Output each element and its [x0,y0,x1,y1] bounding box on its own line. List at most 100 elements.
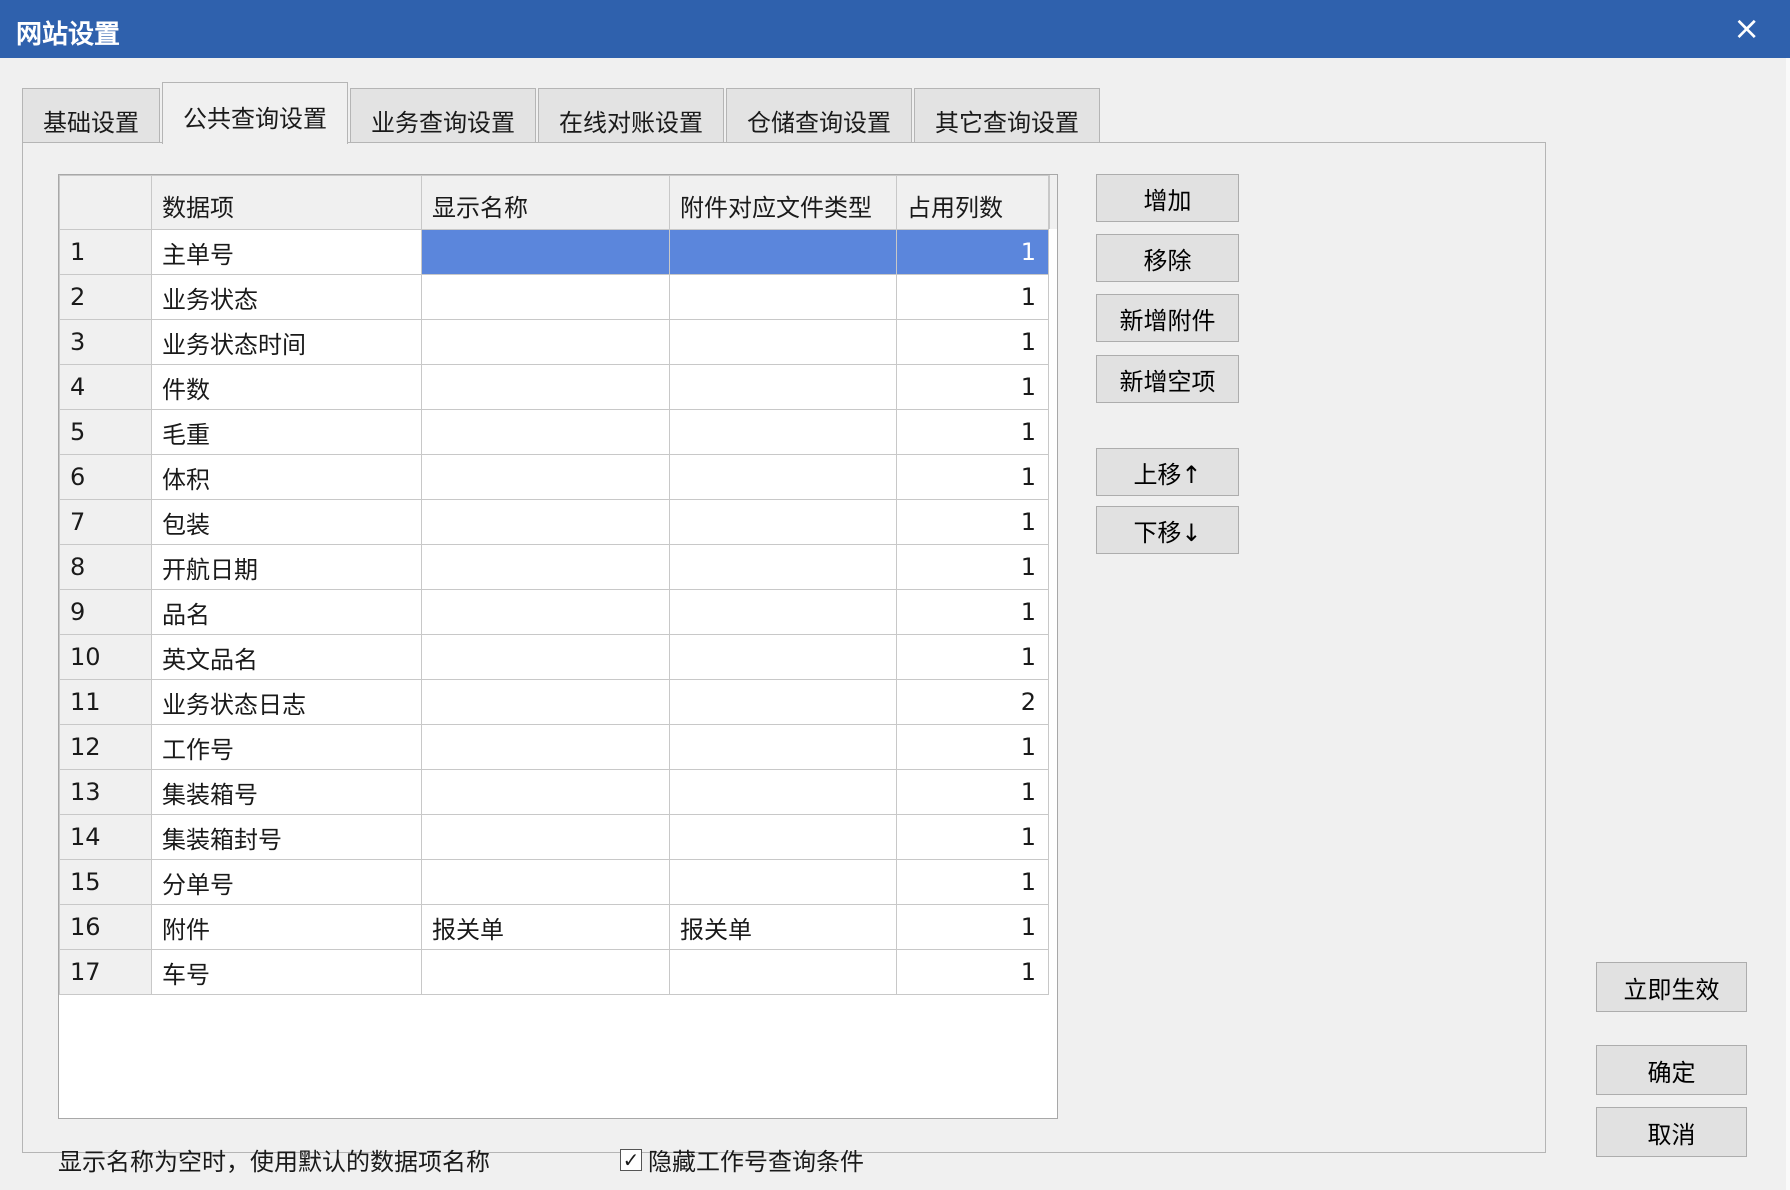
table-row[interactable]: 3 业务状态时间 1 [59,319,1049,365]
move-up-button[interactable]: 上移↑ [1096,448,1239,496]
hide-job-number-option[interactable]: ✓ 隐藏工作号查询条件 [620,1142,864,1177]
data-item-cell: 体积 [151,454,422,500]
table-row[interactable]: 2 业务状态 1 [59,274,1049,320]
attachment-file-type-cell[interactable] [669,814,897,860]
attachment-file-type-cell[interactable] [669,499,897,545]
column-span-cell[interactable]: 1 [896,814,1049,860]
column-span-cell[interactable]: 1 [896,544,1049,590]
add-button[interactable]: 增加 [1096,174,1239,222]
display-name-cell[interactable] [421,409,670,455]
column-span-cell[interactable]: 2 [896,679,1049,725]
table-row[interactable]: 1 主单号 1 [59,229,1049,275]
attachment-file-type-cell[interactable] [669,724,897,770]
tab-online-reconciliation-settings[interactable]: 在线对账设置 [538,88,724,144]
table-row[interactable]: 4 件数 1 [59,364,1049,410]
column-span-cell[interactable]: 1 [896,634,1049,680]
column-span-cell[interactable]: 1 [896,949,1049,995]
tab-basic-settings[interactable]: 基础设置 [22,88,160,144]
window-title: 网站设置 [16,20,121,50]
attachment-file-type-cell[interactable] [669,634,897,680]
column-span-cell[interactable]: 1 [896,274,1049,320]
table-row[interactable]: 9 品名 1 [59,589,1049,635]
remove-button[interactable]: 移除 [1096,234,1239,282]
cancel-button[interactable]: 取消 [1596,1107,1747,1157]
row-number-cell: 6 [59,454,152,500]
column-span-cell[interactable]: 1 [896,724,1049,770]
column-header-data-item[interactable]: 数据项 [151,175,422,230]
hide-job-number-checkbox[interactable]: ✓ [620,1148,642,1171]
attachment-file-type-cell[interactable] [669,364,897,410]
data-item-cell: 主单号 [151,229,422,275]
tab-other-query-settings[interactable]: 其它查询设置 [914,88,1100,144]
column-span-cell[interactable]: 1 [896,409,1049,455]
data-item-cell: 业务状态时间 [151,319,422,365]
attachment-file-type-cell[interactable] [669,589,897,635]
close-icon[interactable]: × [1733,10,1760,46]
display-name-cell[interactable] [421,229,670,275]
attachment-file-type-cell[interactable]: 报关单 [669,904,897,950]
attachment-file-type-cell[interactable] [669,859,897,905]
hide-job-number-label[interactable]: 隐藏工作号查询条件 [648,1142,864,1177]
row-number-cell: 4 [59,364,152,410]
column-span-cell[interactable]: 1 [896,319,1049,365]
table-row[interactable]: 13 集装箱号 1 [59,769,1049,815]
attachment-file-type-cell[interactable] [669,544,897,590]
column-span-cell[interactable]: 1 [896,499,1049,545]
column-span-cell[interactable]: 1 [896,454,1049,500]
display-name-cell[interactable] [421,319,670,365]
attachment-file-type-cell[interactable] [669,949,897,995]
add-blank-item-button[interactable]: 新增空项 [1096,355,1239,403]
add-attachment-button[interactable]: 新增附件 [1096,294,1239,342]
attachment-file-type-cell[interactable] [669,229,897,275]
column-header-column-span[interactable]: 占用列数 [896,175,1049,230]
display-name-cell[interactable] [421,499,670,545]
display-name-cell[interactable] [421,454,670,500]
display-name-cell[interactable] [421,544,670,590]
table-row[interactable]: 7 包装 1 [59,499,1049,545]
column-span-cell[interactable]: 1 [896,229,1049,275]
tab-business-query-settings[interactable]: 业务查询设置 [350,88,536,144]
table-row[interactable]: 10 英文品名 1 [59,634,1049,680]
table-row[interactable]: 11 业务状态日志 2 [59,679,1049,725]
display-name-cell[interactable]: 报关单 [421,904,670,950]
table-row[interactable]: 12 工作号 1 [59,724,1049,770]
table-row[interactable]: 17 车号 1 [59,949,1049,995]
data-grid[interactable]: 数据项 显示名称 附件对应文件类型 占用列数 1 主单号 1 2 业务状态 1 3 业务状态时… [58,174,1058,1119]
column-header-attachment-file-type[interactable]: 附件对应文件类型 [669,175,897,230]
attachment-file-type-cell[interactable] [669,679,897,725]
column-span-cell[interactable]: 1 [896,769,1049,815]
tab-warehouse-query-settings[interactable]: 仓储查询设置 [726,88,912,144]
column-span-cell[interactable]: 1 [896,364,1049,410]
table-row[interactable]: 8 开航日期 1 [59,544,1049,590]
display-name-cell[interactable] [421,679,670,725]
apply-now-button[interactable]: 立即生效 [1596,962,1747,1012]
column-span-cell[interactable]: 1 [896,859,1049,905]
display-name-cell[interactable] [421,859,670,905]
display-name-cell[interactable] [421,814,670,860]
display-name-cell[interactable] [421,949,670,995]
display-name-cell[interactable] [421,724,670,770]
display-name-cell[interactable] [421,364,670,410]
table-row[interactable]: 16 附件 报关单 报关单 1 [59,904,1049,950]
table-row[interactable]: 15 分单号 1 [59,859,1049,905]
attachment-file-type-cell[interactable] [669,274,897,320]
table-row[interactable]: 14 集装箱封号 1 [59,814,1049,860]
ok-button[interactable]: 确定 [1596,1045,1747,1095]
table-row[interactable]: 6 体积 1 [59,454,1049,500]
attachment-file-type-cell[interactable] [669,769,897,815]
column-header-display-name[interactable]: 显示名称 [421,175,670,230]
column-span-cell[interactable]: 1 [896,904,1049,950]
row-number-cell: 2 [59,274,152,320]
display-name-cell[interactable] [421,769,670,815]
display-name-cell[interactable] [421,589,670,635]
table-row[interactable]: 5 毛重 1 [59,409,1049,455]
attachment-file-type-cell[interactable] [669,454,897,500]
display-name-cell[interactable] [421,634,670,680]
attachment-file-type-cell[interactable] [669,319,897,365]
column-span-cell[interactable]: 1 [896,589,1049,635]
display-name-cell[interactable] [421,274,670,320]
row-number-cell: 15 [59,859,152,905]
attachment-file-type-cell[interactable] [669,409,897,455]
move-down-button[interactable]: 下移↓ [1096,506,1239,554]
tab-public-query-settings[interactable]: 公共查询设置 [162,82,348,144]
